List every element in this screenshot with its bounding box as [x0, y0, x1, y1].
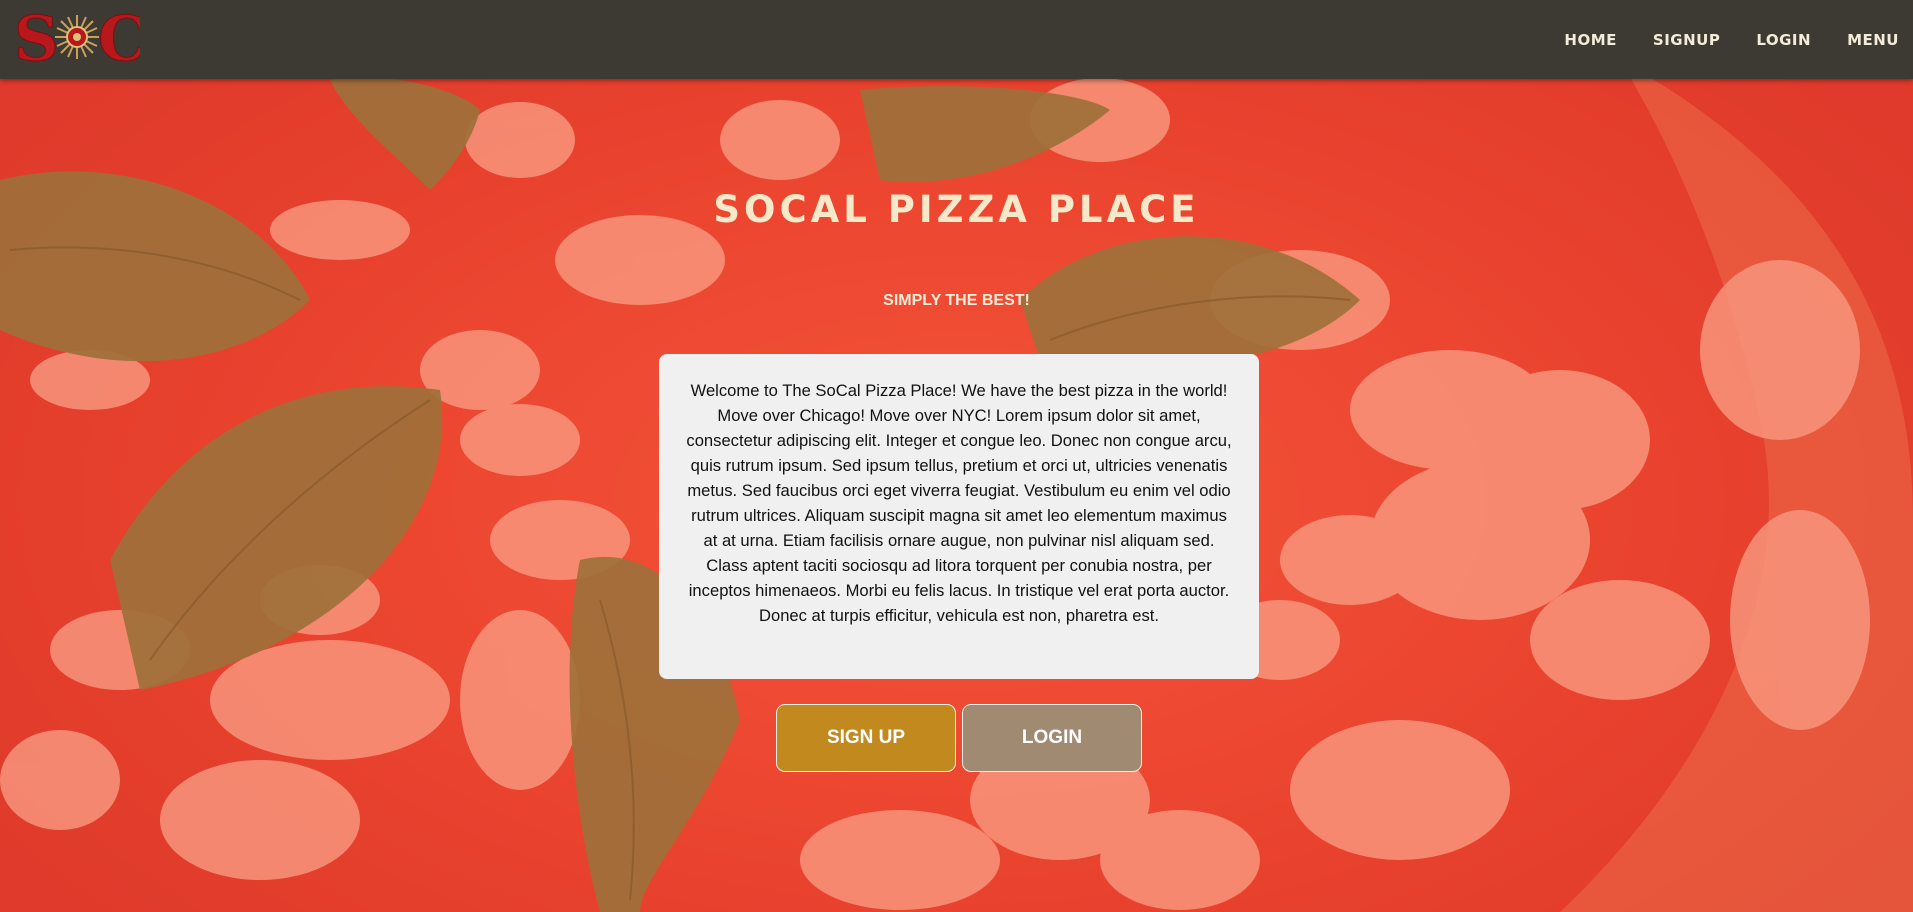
nav-links: HOME SIGNUP LOGIN MENU: [1564, 0, 1899, 79]
page: S C HOME SIGNUP LOGIN MENU SOCAL PIZZA P…: [0, 0, 1913, 912]
nav-menu-link[interactable]: MENU: [1847, 31, 1899, 49]
svg-text:C: C: [98, 6, 140, 68]
sun-icon: [55, 15, 99, 59]
signup-button[interactable]: SIGN UP: [776, 704, 956, 772]
welcome-card: Welcome to The SoCal Pizza Place! We hav…: [659, 354, 1259, 679]
socal-logo[interactable]: S C: [14, 6, 140, 68]
svg-text:S: S: [14, 6, 59, 68]
nav-signup-link[interactable]: SIGNUP: [1653, 31, 1720, 49]
nav-home-link[interactable]: HOME: [1564, 31, 1616, 49]
page-subtitle: SIMPLY THE BEST!: [883, 292, 1030, 309]
welcome-text: Welcome to The SoCal Pizza Place! We hav…: [686, 381, 1232, 625]
page-title: SOCAL PIZZA PLACE: [713, 188, 1200, 231]
top-nav: S C HOME SIGNUP LOGIN MENU: [0, 0, 1913, 79]
nav-login-link[interactable]: LOGIN: [1756, 31, 1811, 49]
login-button[interactable]: LOGIN: [962, 704, 1142, 772]
